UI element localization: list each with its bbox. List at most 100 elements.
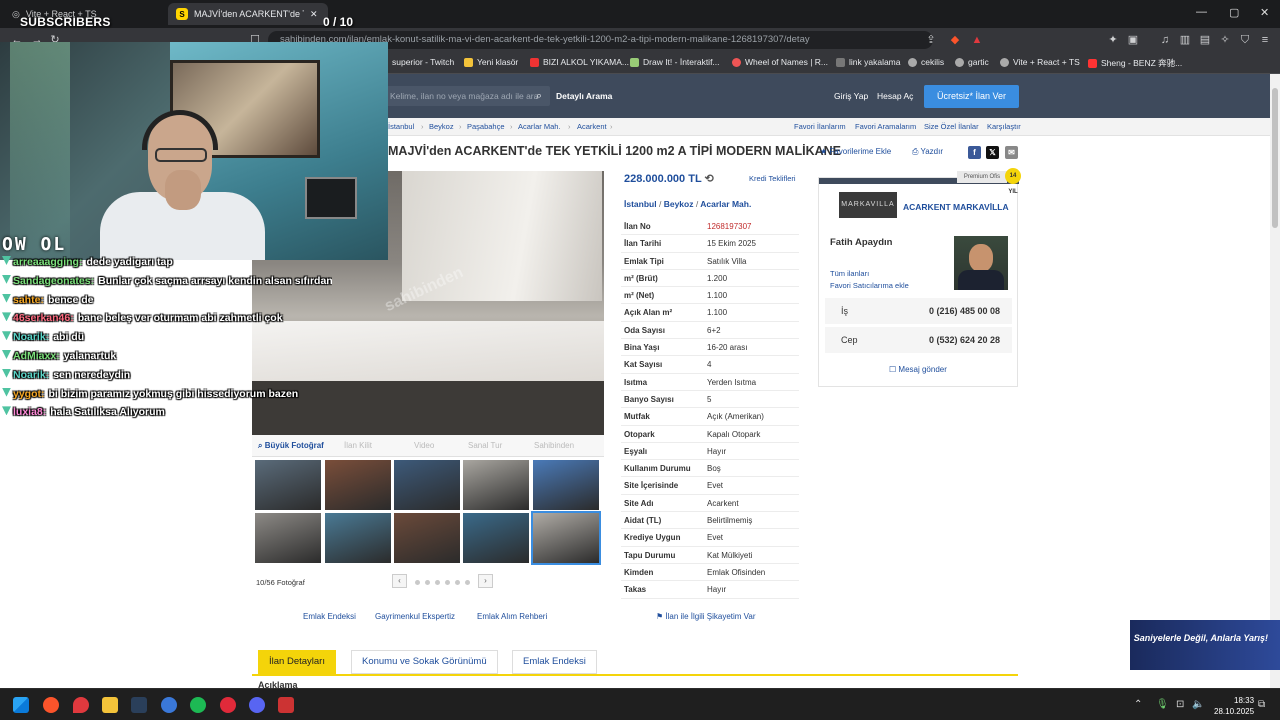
tab-virtual-tour[interactable]: Sanal Tur bbox=[468, 441, 502, 450]
breadcrumb-item[interactable]: Paşabahçe bbox=[467, 122, 505, 131]
prev-photo-button[interactable]: ‹ bbox=[392, 574, 407, 588]
complaint-link[interactable]: ⚑ İlan ile İlgili Şikayetim Var bbox=[656, 612, 756, 621]
browser-icon[interactable] bbox=[161, 697, 177, 713]
rewards-icon[interactable]: ▲ bbox=[970, 33, 984, 47]
bookmark-item[interactable]: Wheel of Names | R... bbox=[732, 57, 828, 67]
thumbnail[interactable] bbox=[325, 513, 391, 563]
thumbnail[interactable] bbox=[255, 460, 321, 510]
phone-number[interactable]: 0 (216) 485 00 08 bbox=[929, 306, 1000, 316]
post-ad-button[interactable]: Ücretsiz* İlan Ver bbox=[924, 85, 1019, 108]
location-neighborhood[interactable]: Acarlar Mah. bbox=[700, 199, 751, 209]
x-icon[interactable]: 𝕏 bbox=[986, 146, 999, 159]
thumbnail[interactable] bbox=[325, 460, 391, 510]
send-message-button[interactable]: ☐ Mesaj gönder bbox=[889, 365, 947, 374]
breadcrumb-item[interactable]: Beykoz bbox=[429, 122, 454, 131]
maximize-icon[interactable]: ▢ bbox=[1229, 6, 1239, 19]
notification-icon[interactable]: ⧉ bbox=[1258, 699, 1265, 710]
print-button[interactable]: ⎙ Yazdır bbox=[912, 147, 943, 157]
leo-ai-icon[interactable]: ✧ bbox=[1218, 33, 1232, 47]
bookmark-item[interactable]: superior - Twitch bbox=[392, 57, 454, 67]
extensions-icon[interactable]: ✦ bbox=[1106, 33, 1120, 47]
bookmark-item[interactable]: link yakalama bbox=[836, 57, 901, 67]
tab-lock[interactable]: İlan Kilit bbox=[344, 441, 372, 450]
windows-start-icon[interactable] bbox=[13, 697, 29, 713]
volume-icon[interactable]: 🔈 bbox=[1192, 699, 1204, 710]
app-icon[interactable] bbox=[278, 697, 294, 713]
page-scrollbar[interactable] bbox=[1270, 74, 1280, 688]
maps-icon[interactable] bbox=[73, 697, 89, 713]
add-favorite-button[interactable]: ★ Favorilerime Ekle bbox=[820, 147, 891, 156]
bookmark-item[interactable]: Vite + React + TS bbox=[1000, 57, 1080, 67]
pager-dot[interactable] bbox=[455, 580, 460, 585]
pager-dot[interactable] bbox=[465, 580, 470, 585]
location-city[interactable]: İstanbul bbox=[624, 199, 657, 209]
bookmark-item[interactable]: Draw It! - İnteraktif... bbox=[630, 57, 720, 67]
favorite-seller-link[interactable]: Favori Satıcılarıma ekle bbox=[830, 281, 909, 290]
thumbnail[interactable] bbox=[533, 460, 599, 510]
pager-dot[interactable] bbox=[445, 580, 450, 585]
register-link[interactable]: Hesap Aç bbox=[877, 91, 913, 101]
special-listings-link[interactable]: Size Özel İlanlar bbox=[924, 122, 979, 131]
breadcrumb-item[interactable]: Acarlar Mah. bbox=[518, 122, 561, 131]
login-link[interactable]: Giriş Yap bbox=[834, 91, 868, 101]
credit-offers-link[interactable]: Kredi Teklifleri bbox=[749, 174, 796, 183]
network-icon[interactable]: ⊡ bbox=[1176, 699, 1184, 710]
all-ads-link[interactable]: Tüm ilanları bbox=[830, 269, 869, 278]
favorite-listings-link[interactable]: Favori İlanlarım bbox=[794, 122, 846, 131]
wallet-icon[interactable]: ▤ bbox=[1198, 33, 1212, 47]
thumbnail[interactable] bbox=[463, 513, 529, 563]
emlak-endeksi-link[interactable]: Emlak Endeksi bbox=[303, 612, 356, 621]
pager-dot[interactable] bbox=[425, 580, 430, 585]
breadcrumb-item[interactable]: İstanbul bbox=[388, 122, 414, 131]
scrollbar-thumb[interactable] bbox=[1272, 88, 1278, 228]
spotify-icon[interactable] bbox=[190, 697, 206, 713]
close-window-icon[interactable]: ✕ bbox=[1260, 6, 1269, 19]
thumbnail[interactable] bbox=[463, 460, 529, 510]
thumbnail[interactable] bbox=[255, 513, 321, 563]
detailed-search-link[interactable]: Detaylı Arama bbox=[556, 91, 612, 101]
discord-icon[interactable] bbox=[249, 697, 265, 713]
steam-icon[interactable] bbox=[131, 697, 147, 713]
search-input[interactable]: Kelime, ilan no veya mağaza adı ile ara ⌕ bbox=[380, 86, 550, 106]
price-history-icon[interactable]: ⟲ bbox=[705, 173, 714, 185]
clock[interactable]: 18:33 28.10.2025 bbox=[1214, 695, 1254, 717]
bookmark-item[interactable]: Sheng - BENZ 奔驰... bbox=[1088, 57, 1182, 69]
tab-video[interactable]: Video bbox=[414, 441, 434, 450]
screenshot-icon[interactable]: ▣ bbox=[1126, 33, 1140, 47]
favorite-searches-link[interactable]: Favori Aramalarım bbox=[855, 122, 916, 131]
tab-sahibinden[interactable]: Sahibinden bbox=[534, 441, 574, 450]
menu-icon[interactable]: ≡ bbox=[1258, 33, 1272, 47]
mail-icon[interactable]: ✉ bbox=[1005, 146, 1018, 159]
sidebar-icon[interactable]: ▥ bbox=[1178, 33, 1192, 47]
thumbnail[interactable] bbox=[394, 460, 460, 510]
location-district[interactable]: Beykoz bbox=[664, 199, 694, 209]
ekspertiz-link[interactable]: Gayrimenkul Ekspertiz bbox=[375, 612, 455, 621]
bookmark-item[interactable]: cekilis bbox=[908, 57, 944, 67]
compare-link[interactable]: Karşılaştır bbox=[987, 122, 1021, 131]
facebook-icon[interactable]: f bbox=[968, 146, 981, 159]
promo-banner[interactable]: Saniyelerle Değil, Anlarla Yarış! bbox=[1130, 620, 1280, 670]
next-photo-button[interactable]: › bbox=[478, 574, 493, 588]
brave-icon[interactable] bbox=[43, 697, 59, 713]
minimize-icon[interactable]: — bbox=[1196, 6, 1207, 18]
bookmark-item[interactable]: gartic bbox=[955, 57, 989, 67]
close-tab-icon[interactable]: ✕ bbox=[310, 9, 318, 20]
tab-listing[interactable]: S MAJVİ'den ACARKENT'de TEK Y... ✕ bbox=[168, 3, 328, 25]
tray-overflow-icon[interactable]: ⌃ bbox=[1134, 699, 1142, 710]
app-icon[interactable] bbox=[220, 697, 236, 713]
share-icon[interactable]: ⇪ bbox=[924, 33, 938, 47]
bookmark-item[interactable]: BIZI ALKOL YIKAMA... bbox=[530, 57, 629, 67]
pager-dot[interactable] bbox=[415, 580, 420, 585]
tab-konum[interactable]: Konumu ve Sokak Görünümü bbox=[351, 650, 498, 674]
tab-big-photo[interactable]: ⌕ Büyük Fotoğraf bbox=[258, 441, 324, 451]
microphone-icon[interactable]: 🎙 bbox=[1156, 699, 1169, 710]
pager-dot[interactable] bbox=[435, 580, 440, 585]
brave-shield-icon[interactable]: ◆ bbox=[948, 33, 962, 47]
phone-number[interactable]: 0 (532) 624 20 28 bbox=[929, 335, 1000, 345]
guide-link[interactable]: Emlak Alım Rehberi bbox=[477, 612, 547, 621]
bookmark-item[interactable]: Yeni klasör bbox=[464, 57, 518, 67]
thumbnail-selected[interactable] bbox=[531, 511, 601, 565]
search-icon[interactable]: ⌕ bbox=[536, 86, 542, 106]
file-explorer-icon[interactable] bbox=[102, 697, 118, 713]
store-name[interactable]: ACARKENT MARKAVİLLA bbox=[903, 202, 1009, 212]
